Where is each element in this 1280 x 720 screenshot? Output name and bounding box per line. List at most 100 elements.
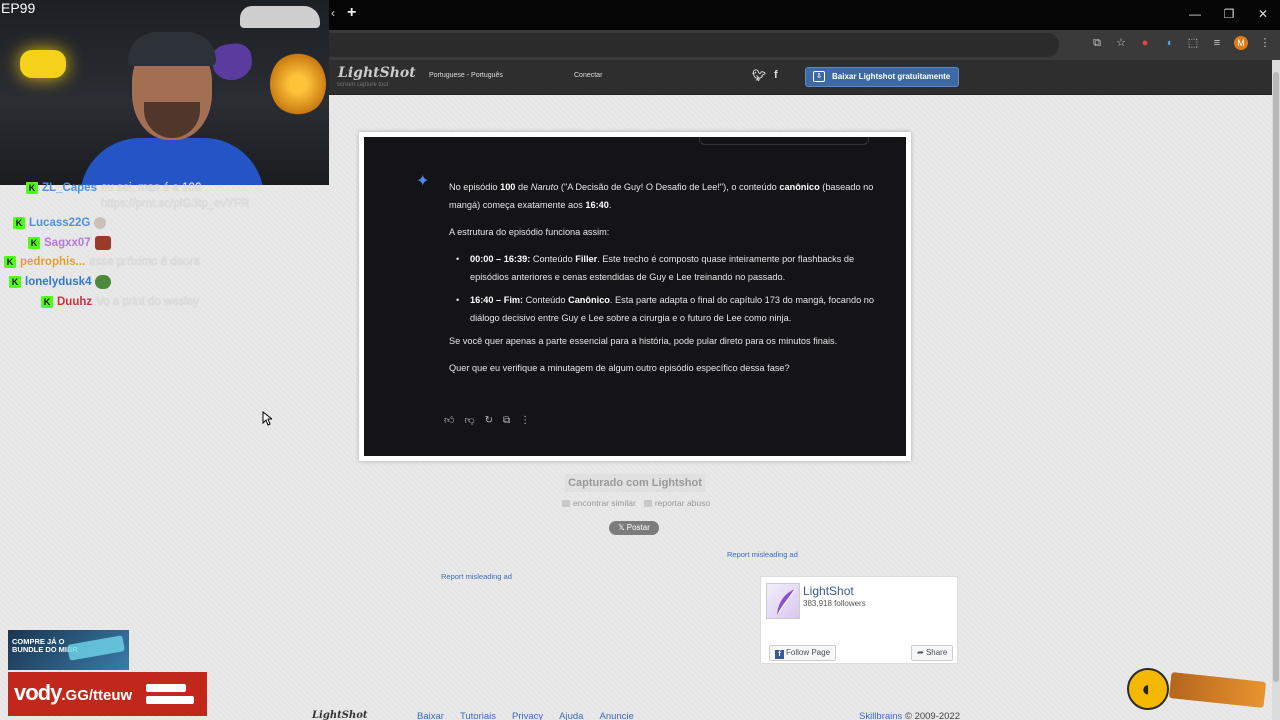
response-paragraph-3: Se você quer apenas a parte essencial pa… (449, 336, 838, 346)
chat-username: pedrophis... (20, 256, 86, 268)
vody-banner: vody.GG/tteuw (8, 672, 207, 716)
skillbrains-link[interactable]: Skillbrains (859, 711, 902, 720)
lightshot-header: LightShot screen capture tool Portuguese… (329, 60, 1272, 95)
facebook-icon[interactable]: f (774, 69, 778, 82)
footer-link-privacy[interactable]: Privacy (512, 711, 543, 720)
follower-count: 383,918 followers (803, 599, 866, 608)
lightshot-logo[interactable]: LightShot (338, 65, 416, 81)
lightshot-logo-subtitle: screen capture tool (337, 82, 389, 88)
footer-logo[interactable]: LightShot (312, 710, 368, 720)
address-bar[interactable] (329, 33, 1059, 57)
new-tab-button[interactable]: + (347, 4, 356, 22)
screenshot-frame: ✦ No episódio 100 de Naruto ("A Decisão … (359, 132, 911, 461)
screenshot-top-tab (699, 137, 869, 145)
chat-message: K ZL_Capes eu sei, mas é a 100 (26, 180, 201, 196)
list-item: 16:40 – Fim: Conteúdo Canônico. Esta par… (449, 291, 874, 327)
chat-username: Sagxx07 (44, 237, 91, 249)
chat-text: eu sei, mas é a 100 (100, 182, 202, 194)
chat-message: K Duuhz Vo a print do wesley (41, 294, 199, 310)
follow-page-button[interactable]: f Follow Page (769, 645, 837, 661)
footer-link-download[interactable]: Baixar (417, 711, 444, 720)
chat-text: esse próximo é daora (89, 256, 200, 268)
mibr-bundle-promo: COMPRE JÁ O BUNDLE DO MIBR (8, 630, 129, 670)
footer-link-advertise[interactable]: Anuncie (599, 711, 633, 720)
browser-tab-bar: ‹ + — ❐ ✕ (329, 0, 1280, 30)
orange-lamp (270, 52, 326, 116)
yellow-lamp (20, 50, 66, 78)
download-button-label: Baixar Lightshot gratuitamente (832, 72, 951, 81)
streamer-cap (128, 32, 216, 66)
report-abuse-link[interactable]: reportar abuso (643, 498, 710, 508)
kick-badge-icon: K (9, 276, 21, 288)
chat-message: https://prnt.sc/pIG3Ip_evYFR (101, 196, 249, 212)
gemini-star-icon: ✦ (416, 173, 430, 190)
captured-with-lightshot: Capturado com Lightshot (565, 474, 705, 492)
lightshot-page-avatar[interactable] (766, 583, 800, 619)
footer-link-help[interactable]: Ajuda (559, 711, 583, 720)
response-paragraph-4: Quer que eu verifique a minutagem de alg… (449, 363, 790, 373)
social-links: 🐦︎ f (752, 69, 778, 82)
facebook-page-widget: LightShot 383,918 followers f Follow Page… (760, 576, 958, 664)
kick-badge-icon: K (13, 217, 25, 229)
episode-label: EP99 (1, 0, 36, 16)
chat-message: K Lucass22G (13, 215, 107, 231)
rifle-skin-image (1168, 672, 1267, 708)
chat-username: Duuhz (57, 296, 93, 308)
download-lightshot-button[interactable]: ⇩ Baixar Lightshot gratuitamente (805, 67, 959, 87)
thumbs-down-icon: 👎︎ (464, 415, 475, 426)
toolbar-icons: ⧉ ☆ ● ◖ ⬚ ≡ M ⋮ (1090, 36, 1272, 50)
report-ad-link[interactable]: Report misleading ad (441, 572, 512, 581)
extension-audio-icon[interactable]: ◖ (1162, 36, 1176, 50)
chat-username: ZL_Capes (42, 182, 97, 194)
response-paragraph-2: A estrutura do episódio funciona assim: (449, 227, 610, 237)
chat-text: Vo a print do wesley (96, 296, 200, 308)
response-actions: 👍︎ 👎︎ ↻ ⧉ ⋮ (444, 412, 530, 430)
feather-icon (777, 588, 796, 615)
facebook-page-name[interactable]: LightShot (803, 584, 854, 598)
vody-logo-icon (146, 684, 194, 704)
scrollbar-thumb[interactable] (1273, 72, 1279, 682)
footer-link-tutorials[interactable]: Tutoriais (460, 711, 496, 720)
share-arrow-icon: ➦ (917, 648, 926, 657)
language-selector[interactable]: Portuguese - Português (429, 72, 503, 79)
emote-icon (95, 275, 112, 289)
facebook-f-icon: f (775, 650, 784, 659)
chat-message: K lonelydusk4 (9, 274, 112, 290)
chat-text: https://prnt.sc/pIG3Ip_evYFR (101, 198, 250, 210)
share-button[interactable]: ➦ Share (911, 645, 954, 661)
minimize-button[interactable]: — (1178, 0, 1212, 30)
kick-badge-icon: K (41, 296, 53, 308)
page-scrollbar[interactable] (1272, 60, 1280, 720)
flag-icon (643, 500, 652, 507)
emote-icon (94, 236, 111, 250)
install-app-icon[interactable]: ⧉ (1090, 36, 1104, 50)
connect-link[interactable]: Conectar (574, 72, 602, 79)
banana-icon: ◐ (1127, 668, 1169, 710)
footer-links: Baixar Tutoriais Privacy Ajuda Anuncie (417, 711, 634, 720)
report-ad-link[interactable]: Report misleading ad (727, 550, 798, 559)
vody-brand: vody.GG/tteuw (14, 680, 133, 705)
extensions-puzzle-icon[interactable]: ⬚ (1186, 36, 1200, 50)
emote-icon (94, 217, 107, 229)
find-similar-link[interactable]: encontrar similar (562, 498, 636, 508)
profile-avatar-icon[interactable]: M (1234, 36, 1248, 50)
x-post-button[interactable]: 𝕏 Postar (609, 521, 659, 535)
streamer (80, 32, 264, 185)
close-window-button[interactable]: ✕ (1246, 0, 1280, 30)
footer-copyright: Skillbrains © 2009-2022 (859, 711, 961, 720)
browser-toolbar: ⧉ ☆ ● ◖ ⬚ ≡ M ⋮ (329, 30, 1280, 60)
more-options-icon: ⋮ (520, 415, 531, 426)
copy-icon: ⧉ (503, 415, 511, 426)
twitter-icon[interactable]: 🐦︎ (752, 69, 766, 82)
toy-car (240, 6, 320, 28)
tab-search-chevron-icon[interactable]: ‹ (331, 6, 335, 20)
chat-message: K pedrophis... esse próximo é daora (4, 254, 200, 270)
screenshot-image[interactable]: ✦ No episódio 100 de Naruto ("A Decisão … (364, 137, 906, 456)
restore-button[interactable]: ❐ (1212, 0, 1246, 30)
bookmark-star-icon[interactable]: ☆ (1114, 36, 1128, 50)
browser-menu-icon[interactable]: ⋮ (1258, 36, 1272, 50)
kick-badge-icon: K (4, 256, 16, 268)
media-control-icon[interactable]: ≡ (1210, 36, 1224, 50)
extension-red-icon[interactable]: ● (1138, 36, 1152, 50)
camera-icon (562, 500, 570, 507)
